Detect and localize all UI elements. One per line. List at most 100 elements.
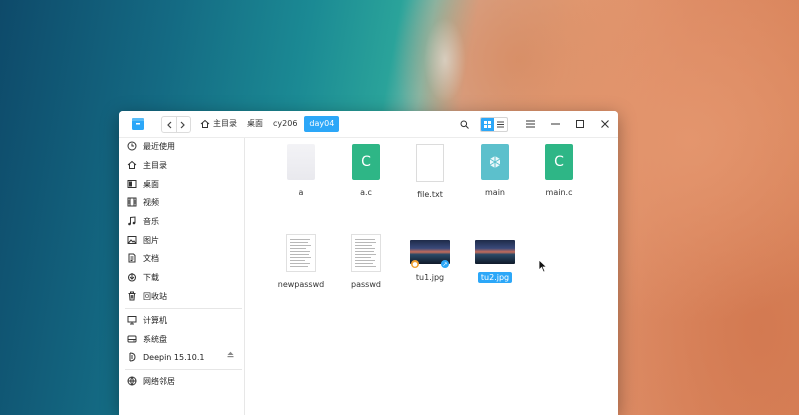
sidebar-item-recent[interactable]: 最近使用: [127, 138, 175, 154]
search-button[interactable]: [456, 116, 472, 132]
mouse-cursor-icon: [538, 259, 548, 273]
blank-file-icon: [287, 144, 315, 180]
maximize-button[interactable]: [572, 116, 588, 132]
text-preview-icon: [351, 234, 381, 272]
sidebar-divider: [125, 308, 242, 309]
image-thumbnail: [475, 240, 515, 264]
breadcrumb-item-day04[interactable]: day04: [304, 116, 340, 132]
document-icon: [127, 253, 137, 263]
music-icon: [127, 216, 137, 226]
file-item-file-txt[interactable]: file.txt: [400, 144, 460, 201]
disk-icon: [127, 334, 137, 344]
file-name: main.c: [545, 188, 573, 197]
c-glyph: C: [554, 154, 564, 170]
sidebar-item-downloads[interactable]: 下载: [127, 269, 159, 285]
sidebar-item-label: 回收站: [143, 291, 167, 301]
home-icon: [200, 119, 210, 128]
menu-button[interactable]: [522, 116, 538, 132]
sidebar-item-label: Deepin 15.10.1: [143, 352, 205, 362]
sidebar-item-deepin-volume[interactable]: Deepin 15.10.1: [127, 349, 204, 365]
file-item-passwd[interactable]: passwd: [336, 234, 396, 291]
file-name: a.c: [360, 188, 372, 197]
file-grid: a C a.c file.txt main C main.c newpasswd: [245, 138, 618, 415]
close-icon: [601, 120, 609, 128]
sidebar-item-label: 系统盘: [143, 334, 167, 344]
sidebar-item-label: 图片: [143, 235, 159, 245]
c-source-icon: C: [545, 144, 573, 180]
close-button[interactable]: [597, 116, 613, 132]
view-toggle: [480, 117, 508, 132]
file-name: passwd: [351, 280, 381, 289]
file-name: a: [298, 188, 304, 197]
wallpaper-foam: [400, 0, 490, 120]
sidebar-item-music[interactable]: 音乐: [127, 213, 159, 229]
network-icon: [127, 376, 137, 386]
breadcrumb-home[interactable]: 主目录: [198, 116, 242, 132]
minimize-button[interactable]: [547, 116, 563, 132]
file-item-a[interactable]: a: [271, 144, 331, 199]
text-file-icon: [416, 144, 444, 182]
c-glyph: C: [361, 154, 371, 170]
download-icon: [127, 272, 137, 282]
file-manager-app-icon: [132, 118, 144, 130]
file-name: newpasswd: [277, 280, 325, 289]
file-item-main[interactable]: main: [465, 144, 525, 199]
file-name: tu1.jpg: [415, 273, 445, 282]
sidebar-item-documents[interactable]: 文档: [127, 250, 159, 266]
sidebar-item-network[interactable]: 网络邻居: [127, 373, 175, 389]
nav-buttons: [161, 116, 191, 133]
list-icon: [497, 121, 504, 128]
sidebar-item-videos[interactable]: 视频: [127, 194, 159, 210]
breadcrumb: 主目录 桌面 cy206 day04: [198, 116, 340, 132]
sidebar-item-label: 最近使用: [143, 141, 175, 151]
grid-icon: [484, 121, 491, 128]
breadcrumb-label: day04: [309, 119, 335, 128]
file-item-a-c[interactable]: C a.c: [336, 144, 396, 199]
sidebar-item-label: 文档: [143, 253, 159, 263]
file-item-tu1-jpg[interactable]: ● ↗ tu1.jpg: [400, 240, 460, 284]
clock-icon: [127, 141, 137, 151]
sidebar-item-label: 计算机: [143, 315, 167, 325]
breadcrumb-label: cy206: [273, 119, 298, 128]
forward-button[interactable]: [175, 117, 191, 132]
sidebar-item-label: 视频: [143, 197, 159, 207]
home-icon: [127, 160, 137, 170]
hamburger-icon: [525, 120, 535, 128]
breadcrumb-item-cy206[interactable]: cy206: [268, 116, 302, 132]
back-button[interactable]: [162, 117, 176, 132]
desktop-icon: [127, 179, 137, 189]
file-item-main-c[interactable]: C main.c: [529, 144, 589, 199]
search-icon: [460, 120, 469, 129]
sidebar-item-computer[interactable]: 计算机: [127, 312, 167, 328]
text-preview-icon: [286, 234, 316, 272]
sidebar-item-home[interactable]: 主目录: [127, 157, 167, 173]
breadcrumb-item-desktop[interactable]: 桌面: [242, 116, 268, 132]
breadcrumb-home-label: 主目录: [213, 119, 237, 128]
c-source-icon: C: [352, 144, 380, 180]
sidebar-item-system-disk[interactable]: 系统盘: [127, 331, 167, 347]
sidebar-item-pictures[interactable]: 图片: [127, 232, 159, 248]
executable-icon: [481, 144, 509, 180]
icon-view-button[interactable]: [481, 118, 494, 131]
deepin-icon: [127, 352, 137, 362]
file-name: main: [485, 188, 505, 197]
maximize-icon: [576, 120, 584, 128]
file-item-tu2-jpg[interactable]: tu2.jpg: [465, 240, 525, 284]
sidebar-divider: [125, 369, 242, 370]
sidebar-item-label: 网络邻居: [143, 376, 175, 386]
chevron-left-icon: [166, 121, 172, 128]
sidebar-item-label: 音乐: [143, 216, 159, 226]
list-view-button[interactable]: [494, 118, 507, 131]
sidebar-item-trash[interactable]: 回收站: [127, 288, 167, 304]
file-name: tu2.jpg: [477, 272, 513, 283]
sidebar: 最近使用 主目录 桌面 视频 音乐 图片 文档 下载 回收站 计算机 系统盘 D…: [119, 138, 245, 415]
sidebar-item-desktop[interactable]: 桌面: [127, 176, 159, 192]
titlebar: 主目录 桌面 cy206 day04: [119, 111, 618, 138]
sidebar-item-label: 下载: [143, 272, 159, 282]
share-badge-icon: ↗: [441, 260, 449, 268]
file-item-newpasswd[interactable]: newpasswd: [271, 234, 331, 291]
breadcrumb-label: 桌面: [247, 119, 263, 128]
picture-icon: [127, 235, 137, 245]
chevron-right-icon: [180, 121, 186, 128]
eject-icon[interactable]: [227, 351, 234, 360]
